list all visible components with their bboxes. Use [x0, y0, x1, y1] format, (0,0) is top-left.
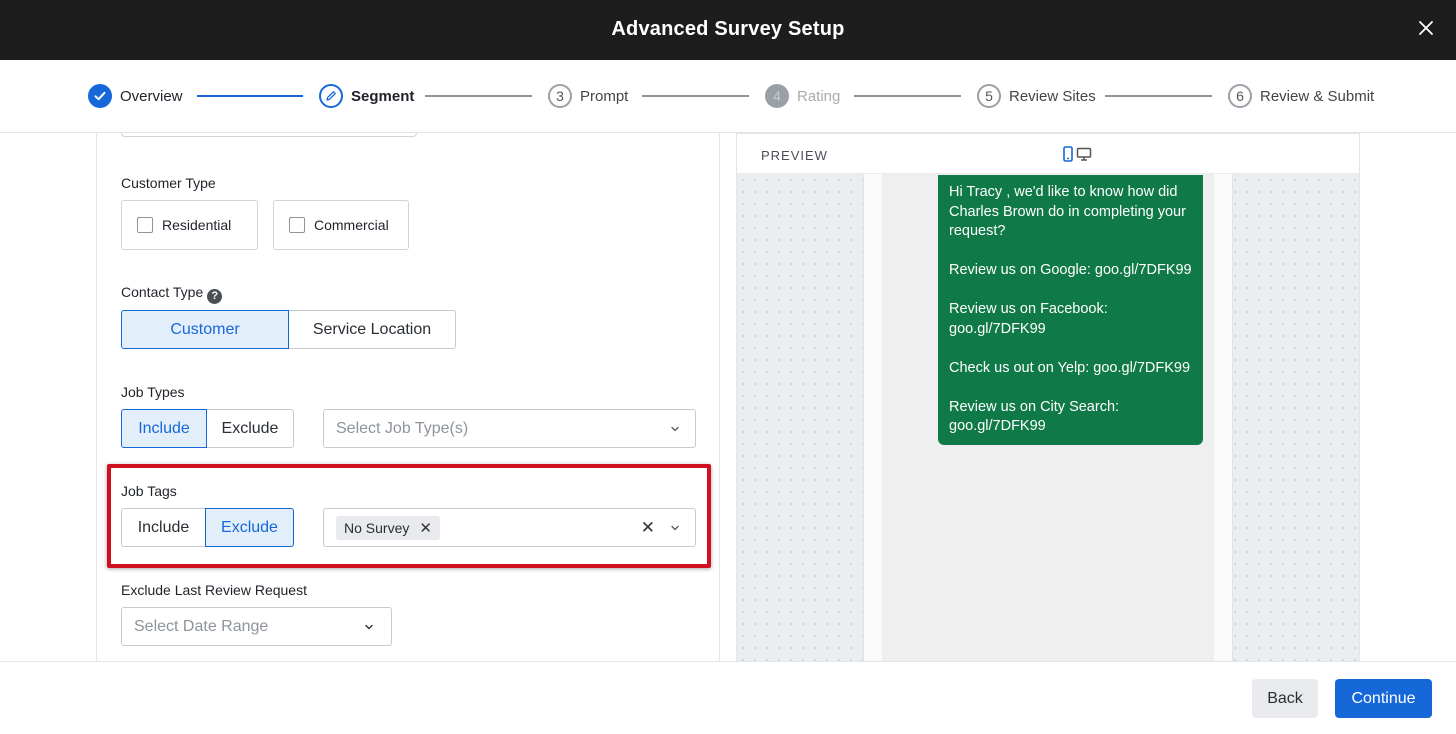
chevron-down-icon[interactable]	[669, 522, 681, 534]
step-number: 3	[548, 84, 572, 108]
step-label: Rating	[797, 87, 841, 105]
step-segment[interactable]: Segment	[319, 84, 414, 108]
checkbox-label: Commercial	[314, 217, 389, 233]
step-label: Review Sites	[1009, 87, 1096, 105]
pencil-icon	[319, 84, 343, 108]
step-prompt[interactable]: 3 Prompt	[548, 84, 628, 108]
segment-form[interactable]: Customer Type Residential Commercial Con…	[96, 133, 720, 661]
date-range-placeholder: Select Date Range	[134, 617, 269, 635]
contact-type-service-location-button[interactable]: Service Location	[288, 310, 456, 349]
residential-checkbox[interactable]: Residential	[121, 200, 258, 250]
tag-chip: No Survey ✕	[336, 515, 440, 540]
job-tags-select[interactable]: No Survey ✕ ✕	[323, 508, 696, 547]
step-connector	[642, 95, 749, 97]
exclude-last-review-label: Exclude Last Review Request	[121, 582, 307, 598]
close-icon[interactable]	[1416, 18, 1436, 38]
check-icon	[88, 84, 112, 108]
step-number: 6	[1228, 84, 1252, 108]
job-types-exclude-button[interactable]: Exclude	[206, 409, 294, 448]
customer-type-label: Customer Type	[121, 175, 216, 191]
step-connector	[197, 95, 303, 97]
back-button[interactable]: Back	[1252, 679, 1318, 718]
clear-selection-icon[interactable]: ✕	[641, 518, 655, 538]
job-tags-exclude-button[interactable]: Exclude	[205, 508, 294, 547]
preview-header: PREVIEW	[737, 134, 1359, 174]
job-types-include-button[interactable]: Include	[121, 409, 207, 448]
step-label: Prompt	[580, 87, 629, 105]
step-connector	[425, 95, 532, 97]
sms-message-bubble: Hi Tracy , we'd like to know how did Cha…	[938, 175, 1203, 445]
contact-type-label-text: Contact Type	[121, 284, 204, 300]
step-number: 5	[977, 84, 1001, 108]
date-range-select[interactable]: Select Date Range	[121, 607, 392, 646]
commercial-checkbox[interactable]: Commercial	[273, 200, 409, 250]
job-types-label: Job Types	[121, 384, 185, 400]
step-review-sites[interactable]: 5 Review Sites	[977, 84, 1096, 108]
job-tags-label: Job Tags	[121, 483, 177, 499]
step-label: Overview	[120, 87, 183, 105]
checkbox-label: Residential	[162, 217, 232, 233]
progress-stepper: Overview Segment 3 Prompt 4 Rating 5 Rev…	[0, 60, 1456, 133]
modal-title: Advanced Survey Setup	[611, 18, 845, 40]
step-rating: 4 Rating	[765, 84, 840, 108]
modal-footer: Back Continue	[0, 661, 1456, 734]
job-types-select[interactable]: Select Job Type(s)	[323, 409, 696, 448]
step-review-submit[interactable]: 6 Review & Submit	[1228, 84, 1374, 108]
checkbox-square[interactable]	[137, 217, 153, 233]
continue-button[interactable]: Continue	[1335, 679, 1432, 718]
contact-type-customer-button[interactable]: Customer	[121, 310, 289, 349]
desktop-icon[interactable]	[1076, 146, 1092, 162]
tag-chip-label: No Survey	[344, 519, 410, 536]
step-overview[interactable]: Overview	[88, 84, 183, 108]
mobile-icon[interactable]	[1062, 146, 1074, 162]
previous-field-input[interactable]	[121, 133, 417, 137]
step-number: 4	[765, 84, 789, 108]
remove-tag-icon[interactable]: ✕	[419, 519, 432, 537]
step-label: Segment	[351, 87, 415, 105]
chevron-down-icon	[365, 624, 373, 630]
job-tags-include-button[interactable]: Include	[121, 508, 206, 547]
checkbox-square[interactable]	[289, 217, 305, 233]
modal-header: Advanced Survey Setup	[0, 0, 1456, 60]
step-label: Review & Submit	[1260, 87, 1375, 105]
contact-type-label: Contact Type?	[121, 284, 223, 304]
preview-panel: Hi Tracy , we'd like to know how did Cha…	[736, 133, 1360, 661]
job-types-placeholder: Select Job Type(s)	[336, 419, 469, 437]
chevron-down-icon	[671, 426, 679, 432]
device-toggle	[1062, 146, 1092, 162]
step-connector	[1105, 95, 1212, 97]
step-connector	[854, 95, 961, 97]
preview-title: PREVIEW	[761, 148, 828, 163]
help-icon[interactable]: ?	[207, 289, 223, 304]
